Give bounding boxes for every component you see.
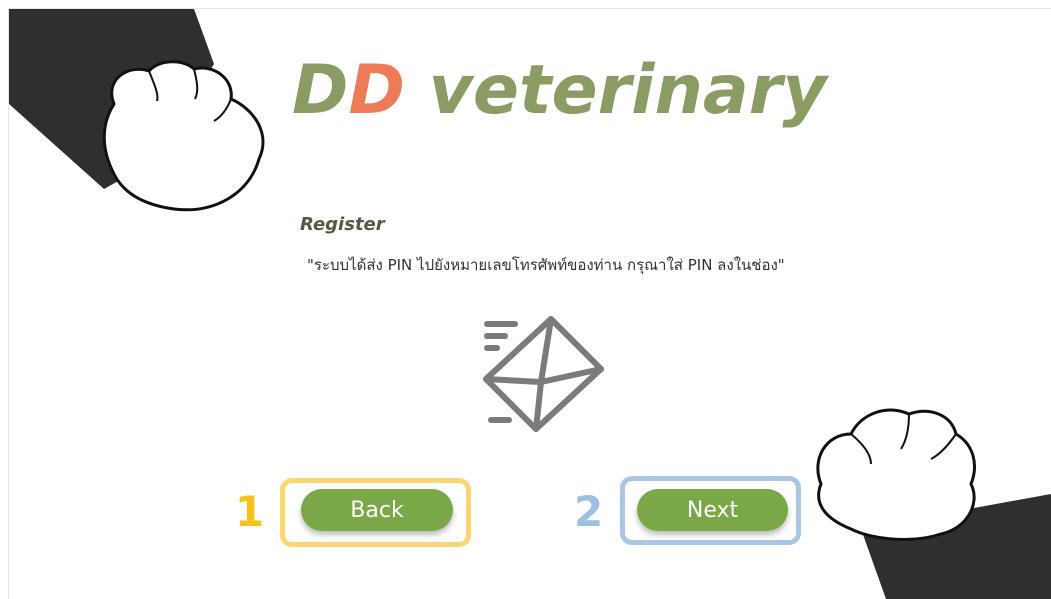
page-title: Register — [300, 214, 385, 235]
paw-bottom-right-icon — [816, 408, 1051, 599]
step-number-back: 1 — [235, 487, 265, 536]
brand-logo-d1: D — [292, 51, 349, 130]
app-frame: DD veterinary Register "ระบบได้ส่ง PIN ไ… — [8, 8, 1051, 599]
brand-logo: DD veterinary — [292, 57, 827, 125]
paw-top-left-icon — [9, 9, 265, 212]
step-number-next: 2 — [574, 487, 604, 536]
next-button[interactable]: Next — [637, 489, 788, 531]
brand-logo-name: veterinary — [404, 51, 827, 130]
brand-logo-d2: D — [348, 51, 405, 130]
pin-instruction-text: "ระบบได้ส่ง PIN ไปยังหมายเลขโทรศัพท์ของท… — [307, 256, 785, 274]
email-sent-icon — [483, 316, 604, 432]
back-button[interactable]: Back — [301, 489, 453, 531]
